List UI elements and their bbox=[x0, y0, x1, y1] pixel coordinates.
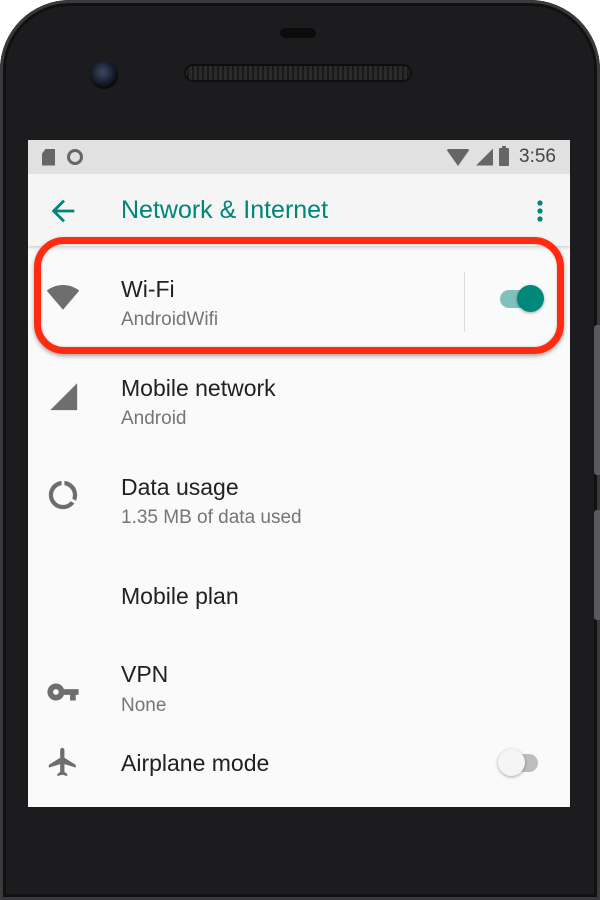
divider bbox=[464, 272, 465, 332]
battery-icon bbox=[499, 146, 510, 166]
list-item-data-usage[interactable]: Data usage 1.35 MB of data used bbox=[28, 444, 570, 543]
airplane-icon bbox=[48, 747, 76, 777]
status-bar: 3:56 bbox=[28, 140, 570, 174]
sync-icon bbox=[67, 149, 83, 165]
app-bar: Network & Internet bbox=[28, 174, 570, 246]
settings-list: Wi-Fi AndroidWifi Mobile network Android… bbox=[28, 246, 570, 807]
list-item-mobile-plan[interactable]: Mobile plan bbox=[28, 543, 570, 639]
mobile-network-sub: Android bbox=[121, 408, 187, 429]
back-button[interactable] bbox=[46, 194, 80, 228]
earpiece-slot bbox=[280, 28, 316, 38]
signal-icon bbox=[50, 383, 78, 411]
list-item-airplane-mode[interactable]: Airplane mode bbox=[28, 735, 570, 807]
list-item-wifi[interactable]: Wi-Fi AndroidWifi bbox=[28, 246, 570, 345]
status-wifi-icon bbox=[446, 148, 471, 166]
wifi-toggle[interactable] bbox=[500, 285, 544, 312]
wifi-icon bbox=[46, 284, 80, 310]
volume-button bbox=[594, 510, 600, 620]
page-title: Network & Internet bbox=[121, 196, 329, 224]
more-options-button[interactable] bbox=[528, 194, 552, 228]
data-usage-sub: 1.35 MB of data used bbox=[121, 507, 302, 528]
status-signal-icon bbox=[476, 148, 494, 166]
airplane-mode-label: Airplane mode bbox=[121, 750, 270, 776]
airplane-mode-toggle[interactable] bbox=[498, 749, 538, 776]
data-usage-icon bbox=[48, 480, 78, 510]
vpn-sub: None bbox=[121, 695, 167, 716]
list-item-mobile-network[interactable]: Mobile network Android bbox=[28, 345, 570, 444]
mobile-network-label: Mobile network bbox=[121, 375, 276, 401]
screen: 3:56 Network & Internet Wi-Fi AndroidWif… bbox=[28, 140, 570, 807]
sd-card-icon bbox=[42, 148, 55, 166]
list-item-vpn[interactable]: VPN None bbox=[28, 639, 570, 735]
front-camera bbox=[90, 61, 118, 89]
key-icon bbox=[47, 683, 79, 701]
speaker-grille bbox=[184, 64, 412, 82]
phone-frame: 3:56 Network & Internet Wi-Fi AndroidWif… bbox=[0, 0, 600, 900]
more-vert-icon bbox=[537, 200, 543, 222]
vpn-label: VPN bbox=[121, 661, 169, 687]
wifi-network-name: AndroidWifi bbox=[121, 309, 219, 330]
mobile-plan-label: Mobile plan bbox=[121, 583, 239, 609]
power-button bbox=[594, 325, 600, 475]
data-usage-label: Data usage bbox=[121, 474, 239, 500]
status-time: 3:56 bbox=[519, 146, 556, 167]
wifi-label: Wi-Fi bbox=[121, 276, 175, 302]
arrow-back-icon bbox=[51, 199, 75, 223]
